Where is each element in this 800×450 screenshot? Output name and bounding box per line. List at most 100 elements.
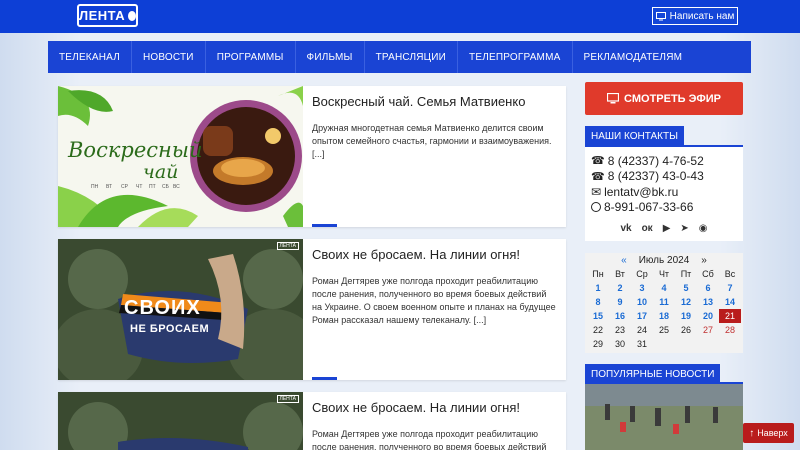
vk-icon[interactable]: vk	[620, 223, 631, 234]
calendar-month: Июль 2024	[638, 254, 690, 266]
monitor-icon	[607, 93, 620, 104]
back-to-top-label: Наверх	[757, 428, 788, 438]
contact-email[interactable]: ✉ lentatv@bk.ru	[591, 184, 737, 200]
calendar-day[interactable]: 8	[587, 295, 609, 309]
thumb-title-line2: чай	[143, 161, 179, 183]
calendar-day[interactable]: 3	[631, 281, 653, 295]
thumb-badge: ЛЕНТА	[276, 395, 299, 403]
svg-text:ЧТ: ЧТ	[136, 184, 142, 190]
article-card: ЛЕНТА СВОИХ НЕ БРОСАЕМ Своих не бросаем.…	[58, 239, 566, 380]
calendar-day[interactable]: 15	[587, 309, 609, 323]
phone-icon: ☎	[591, 155, 605, 168]
article-thumbnail[interactable]: ЛЕНТА СВОИХ НЕ БРОСАЕМ	[58, 239, 303, 380]
calendar-day-of-week: Чт	[658, 269, 670, 279]
arrow-up-icon: ↑	[749, 427, 755, 439]
calendar-day[interactable]: 16	[609, 309, 631, 323]
calendar-day[interactable]: 13	[697, 295, 719, 309]
svg-text:ПН: ПН	[91, 184, 99, 190]
calendar-day[interactable]: 4	[653, 281, 675, 295]
nav-item-news[interactable]: НОВОСТИ	[132, 41, 206, 73]
calendar-day[interactable]: 12	[675, 295, 697, 309]
calendar-day: 22	[592, 325, 603, 335]
calendar-day: 26	[680, 325, 691, 335]
contact-phone-1[interactable]: ☎ 8 (42337) 4-76-52	[591, 153, 737, 169]
calendar-day[interactable]: 14	[719, 295, 741, 309]
calendar-day-of-week: Пн	[592, 269, 604, 279]
popular-news-thumbnail[interactable]	[585, 384, 743, 450]
calendar-day: 25	[658, 325, 669, 335]
running-people-art	[585, 384, 743, 450]
calendar-day-of-week: Ср	[636, 269, 648, 279]
article-card: ПН ВТ СР ЧТ ПТ СБ ВС Воскресный чай Воскресный…	[58, 86, 566, 227]
nav-item-tv-channel[interactable]: ТЕЛЕКАНАЛ	[48, 41, 132, 73]
calendar-day: 29	[592, 339, 603, 349]
article-title[interactable]: Своих не бросаем. На линии огня!	[312, 247, 520, 262]
whatsapp-icon	[591, 202, 601, 213]
calendar-day[interactable]: 2	[609, 281, 631, 295]
calendar-header: « Июль 2024 »	[585, 253, 743, 267]
calendar-day: 28	[724, 325, 735, 335]
calendar-day-of-week: Вс	[724, 269, 736, 279]
contact-whatsapp[interactable]: 8-991-067-33-66	[591, 200, 737, 216]
calendar-day[interactable]: 5	[675, 281, 697, 295]
article-thumbnail[interactable]: ПН ВТ СР ЧТ ПТ СБ ВС Воскресный чай	[58, 86, 303, 227]
calendar-day: 24	[636, 325, 647, 335]
youtube-icon[interactable]: ▶	[663, 223, 671, 234]
svg-text:ВС: ВС	[173, 184, 180, 190]
article-accent-bar	[312, 224, 337, 227]
calendar-day: 31	[636, 339, 647, 349]
logo-text: ЛЕНТА	[79, 8, 126, 23]
article-title[interactable]: Воскресный чай. Семья Матвиенко	[312, 94, 525, 109]
nav-item-advertisers[interactable]: РЕКЛАМОДАТЕЛЯМ	[573, 41, 694, 73]
calendar-day[interactable]: 18	[653, 309, 675, 323]
nav-item-tv-program[interactable]: ТЕЛЕПРОГРАММА	[458, 41, 573, 73]
calendar-day[interactable]: 20	[697, 309, 719, 323]
thumb-badge: ЛЕНТА	[276, 242, 299, 250]
calendar-day[interactable]: 17	[631, 309, 653, 323]
calendar-day[interactable]: 21	[719, 309, 741, 323]
contact-phone-2[interactable]: ☎ 8 (42337) 43-0-43	[591, 169, 737, 185]
mail-icon: ✉	[591, 184, 602, 199]
svg-text:СБ: СБ	[162, 184, 170, 190]
write-us-button[interactable]: Написать нам	[652, 7, 738, 25]
calendar-day[interactable]: 11	[653, 295, 675, 309]
social-links: vk ок ▶ ➤ ◉	[591, 223, 737, 234]
calendar-day[interactable]: 7	[719, 281, 741, 295]
article-thumbnail[interactable]: ЛЕНТА	[58, 392, 303, 450]
calendar-day[interactable]: 9	[609, 295, 631, 309]
rss-icon[interactable]: ◉	[699, 223, 708, 234]
phone-icon: ☎	[591, 170, 605, 183]
article-description: Роман Дегтярев уже полгода проходит реаб…	[312, 429, 547, 450]
calendar-grid: Пн Вт Ср Чт Пт Сб Вс 1 2 3 4 5 6 7 8 9 10 11 12 13 14 15 16 17 1…	[585, 267, 743, 351]
ok-icon[interactable]: ок	[642, 223, 653, 234]
calendar-day-of-week: Пт	[680, 269, 692, 279]
watch-live-label: СМОТРЕТЬ ЭФИР	[624, 92, 721, 105]
calendar-prev-button[interactable]: «	[621, 255, 627, 266]
contact-text: 8 (42337) 43-0-43	[607, 169, 704, 184]
article-title[interactable]: Своих не бросаем. На линии огня!	[312, 400, 520, 415]
telegram-icon[interactable]: ➤	[680, 223, 688, 234]
calendar-day[interactable]: 6	[697, 281, 719, 295]
site-logo[interactable]: ЛЕНТА	[77, 4, 138, 27]
main-nav: ТЕЛЕКАНАЛ НОВОСТИ ПРОГРАММЫ ФИЛЬМЫ ТРАНС…	[48, 41, 751, 73]
popular-news-heading: ПОПУЛЯРНЫЕ НОВОСТИ	[585, 364, 721, 384]
svg-text:ВТ: ВТ	[106, 184, 112, 190]
nav-item-programs[interactable]: ПРОГРАММЫ	[206, 41, 296, 73]
calendar-day[interactable]: 1	[587, 281, 609, 295]
calendar-day[interactable]: 19	[675, 309, 697, 323]
write-us-label: Написать нам	[669, 10, 735, 22]
contact-text: 8-991-067-33-66	[604, 200, 694, 215]
calendar-day: 23	[614, 325, 625, 335]
top-bar: ЛЕНТА Написать нам	[0, 0, 800, 33]
calendar-day-of-week: Сб	[702, 269, 714, 279]
nav-item-broadcasts[interactable]: ТРАНСЛЯЦИИ	[365, 41, 459, 73]
calendar-next-button[interactable]: »	[701, 255, 707, 266]
soldier-thumbnail-art	[58, 392, 303, 450]
watch-live-button[interactable]: СМОТРЕТЬ ЭФИР	[585, 82, 743, 115]
back-to-top-button[interactable]: ↑ Наверх	[743, 423, 794, 443]
article-card: ЛЕНТА Своих не бросаем. На линии огня! Р…	[58, 392, 566, 450]
contact-text: 8 (42337) 4-76-52	[607, 153, 704, 168]
svg-text:ПТ: ПТ	[149, 184, 156, 190]
nav-item-films[interactable]: ФИЛЬМЫ	[296, 41, 365, 73]
calendar-day[interactable]: 10	[631, 295, 653, 309]
